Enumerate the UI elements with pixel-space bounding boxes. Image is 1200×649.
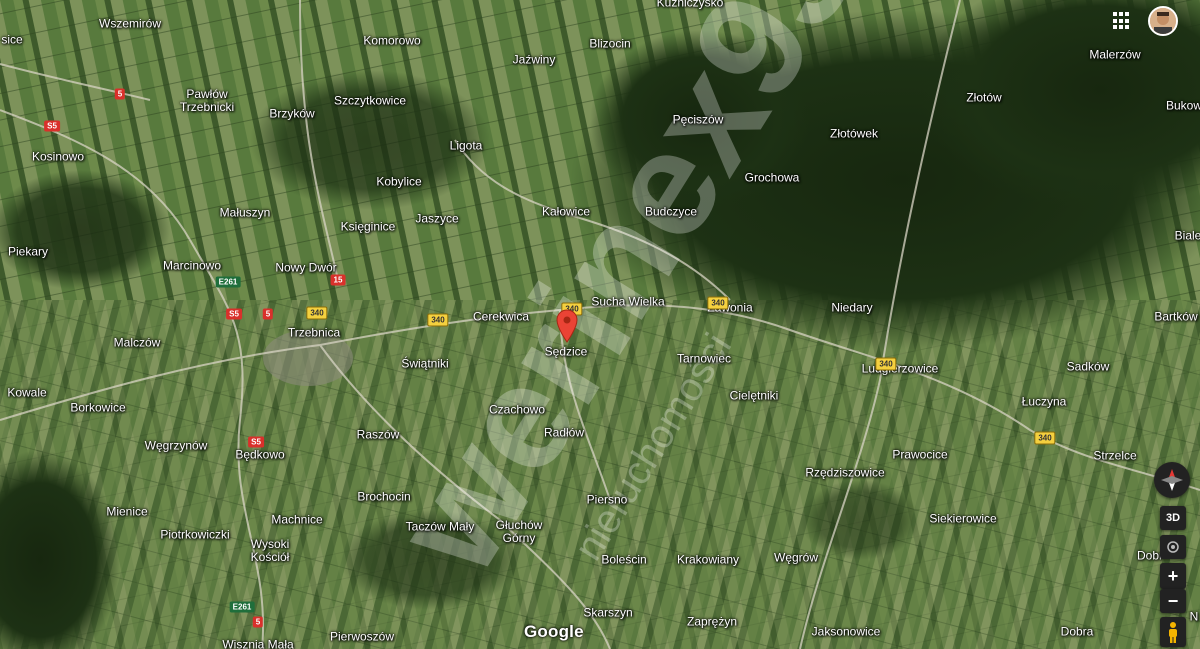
- place-label[interactable]: Marcinowo: [163, 259, 221, 273]
- place-label[interactable]: Kuźniczysko: [657, 0, 724, 10]
- place-label[interactable]: Strzelce: [1093, 449, 1136, 463]
- google-logo: Google: [524, 622, 584, 641]
- place-label[interactable]: Będkowo: [235, 448, 284, 462]
- satellite-map[interactable]: werinex 93 nieruchomości sice Wszemirów Ko…: [0, 0, 1200, 649]
- place-label[interactable]: Sędzice: [545, 345, 588, 359]
- place-label[interactable]: Borkowice: [70, 401, 125, 415]
- place-label[interactable]: Malczów: [114, 336, 161, 350]
- 3d-view-button[interactable]: 3D: [1160, 506, 1186, 530]
- place-label[interactable]: Kałowice: [542, 205, 590, 219]
- avatar-face-icon: [1150, 8, 1176, 34]
- place-label[interactable]: Piotrkowiczki: [160, 528, 229, 542]
- place-label[interactable]: Dobra: [1061, 625, 1094, 639]
- place-label[interactable]: Wszemirów: [99, 17, 161, 31]
- my-location-button[interactable]: [1160, 535, 1186, 559]
- place-label[interactable]: Skarszyn: [583, 606, 632, 620]
- pegman-button[interactable]: [1160, 617, 1186, 647]
- place-label[interactable]: Księginice: [341, 220, 396, 234]
- place-label[interactable]: Pierwoszów: [330, 630, 394, 644]
- place-label[interactable]: Radłów: [544, 426, 584, 440]
- place-label[interactable]: Biale: [1175, 229, 1200, 243]
- road-shield: 5: [262, 308, 274, 320]
- road-shield: E261: [229, 601, 255, 613]
- location-pin-icon[interactable]: [556, 309, 578, 343]
- place-label[interactable]: Bukow: [1166, 99, 1200, 113]
- place-label[interactable]: Sadków: [1067, 360, 1110, 374]
- road-shield: 340: [875, 357, 897, 371]
- place-label[interactable]: Niedary: [831, 301, 872, 315]
- place-label[interactable]: N: [1190, 610, 1199, 624]
- road-shield: 340: [1034, 431, 1056, 445]
- place-label[interactable]: Węgrów: [774, 551, 818, 565]
- place-label[interactable]: Pęciszów: [673, 113, 724, 127]
- road-shield: 340: [306, 306, 328, 320]
- place-label[interactable]: Taczów Mały: [406, 520, 475, 534]
- place-label[interactable]: Złotów: [966, 91, 1001, 105]
- road-shield: 5: [252, 616, 264, 628]
- place-label[interactable]: Kosinowo: [32, 150, 84, 164]
- pegman-icon: [1169, 622, 1177, 643]
- place-label[interactable]: Komorowo: [363, 34, 420, 48]
- compass-needle-icon: [1161, 469, 1183, 491]
- place-label[interactable]: Czachowo: [489, 403, 545, 417]
- road-shield: 15: [330, 274, 346, 286]
- user-avatar[interactable]: [1148, 6, 1178, 36]
- place-label[interactable]: Brzyków: [269, 107, 314, 121]
- place-label[interactable]: Głuchów Górny: [496, 519, 543, 545]
- place-label[interactable]: Raszów: [357, 428, 400, 442]
- place-label[interactable]: Pawłów Trzebnicki: [180, 88, 234, 114]
- place-label[interactable]: Sucha Wielka: [591, 295, 664, 309]
- place-label[interactable]: Tarnowiec: [677, 352, 731, 366]
- road-shield: S5: [248, 436, 264, 448]
- road-shield: E261: [215, 276, 241, 288]
- place-label[interactable]: Świątniki: [401, 357, 448, 371]
- road-shield: S5: [44, 120, 60, 132]
- road-shield: 340: [427, 313, 449, 327]
- place-label[interactable]: Jaksonowice: [812, 625, 881, 639]
- place-label[interactable]: Malerzów: [1089, 48, 1140, 62]
- place-label[interactable]: Piekary: [8, 245, 48, 259]
- place-label[interactable]: sice: [1, 33, 22, 47]
- place-label[interactable]: Rzędziszowice: [805, 466, 884, 480]
- place-label[interactable]: Kowale: [7, 386, 46, 400]
- place-label[interactable]: Prawocice: [892, 448, 947, 462]
- place-label[interactable]: Siekierowice: [929, 512, 996, 526]
- road-shield: S5: [226, 308, 242, 320]
- place-label[interactable]: Małuszyn: [220, 206, 271, 220]
- place-label[interactable]: Ludgierzowice: [862, 362, 939, 376]
- place-label[interactable]: Ligota: [450, 139, 483, 153]
- place-label[interactable]: Cielętniki: [730, 389, 779, 403]
- compass-icon[interactable]: [1154, 462, 1190, 498]
- place-label[interactable]: Jaszyce: [415, 212, 458, 226]
- place-label[interactable]: Bartków: [1154, 310, 1197, 324]
- my-location-icon: [1167, 541, 1179, 553]
- place-label[interactable]: Brochocin: [357, 490, 410, 504]
- place-label[interactable]: Grochowa: [745, 171, 800, 185]
- place-label[interactable]: Mienice: [106, 505, 147, 519]
- place-label[interactable]: Boleścin: [601, 553, 646, 567]
- place-label[interactable]: Cerekwica: [473, 310, 529, 324]
- place-label[interactable]: Krakowiany: [677, 553, 739, 567]
- place-label[interactable]: Nowy Dwór: [275, 261, 336, 275]
- place-label[interactable]: Łuczyna: [1022, 395, 1067, 409]
- road-shield: 5: [114, 88, 126, 100]
- place-label[interactable]: Trzebnica: [288, 326, 340, 340]
- place-label[interactable]: Wysoki Kościół: [251, 538, 290, 564]
- place-label[interactable]: Budczyce: [645, 205, 697, 219]
- zoom-out-button[interactable]: −: [1160, 589, 1186, 613]
- place-label[interactable]: Złotówek: [830, 127, 878, 141]
- place-label[interactable]: Szczytkowice: [334, 94, 406, 108]
- place-label[interactable]: Machnice: [271, 513, 322, 527]
- place-label[interactable]: Wisznia Mała: [222, 638, 293, 649]
- place-label[interactable]: Jaźwiny: [513, 53, 556, 67]
- place-label[interactable]: Blizocin: [589, 37, 630, 51]
- place-label[interactable]: Węgrzynów: [145, 439, 208, 453]
- road-shield: 340: [707, 296, 729, 310]
- place-label[interactable]: Zaprężyn: [687, 615, 737, 629]
- place-label[interactable]: Piersno: [587, 493, 628, 507]
- apps-icon[interactable]: [1113, 12, 1131, 30]
- place-label[interactable]: Kobylice: [376, 175, 421, 189]
- zoom-in-button[interactable]: +: [1160, 563, 1186, 589]
